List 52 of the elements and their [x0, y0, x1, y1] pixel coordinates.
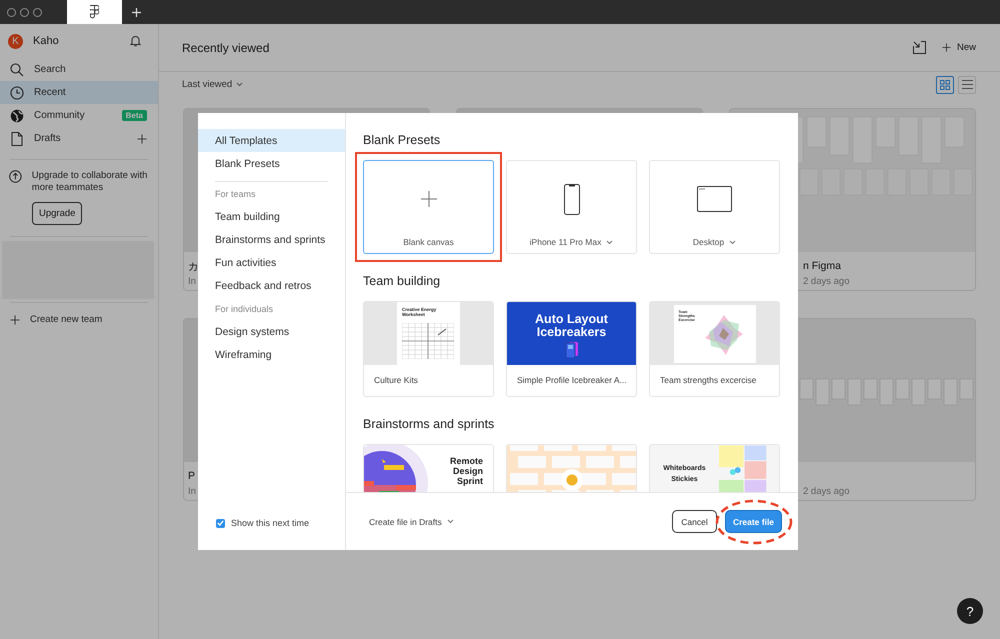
- template-card[interactable]: Remote Design Sprint: [363, 444, 494, 492]
- template-label: Simple Profile Icebreaker A...: [516, 374, 628, 385]
- preset-card[interactable]: Blank canvas: [363, 160, 494, 254]
- sidebar-item-label: Recent: [34, 87, 67, 98]
- category-heading: For individuals: [214, 302, 274, 316]
- preset-card[interactable]: Desktop: [649, 160, 780, 254]
- file-subtitle: 2 days ago: [803, 276, 850, 287]
- preset-label: Desktop: [692, 237, 724, 247]
- user-name: Kaho: [33, 35, 60, 47]
- new-button[interactable]: New: [942, 42, 976, 53]
- sort-dropdown[interactable]: Last viewed: [182, 79, 244, 90]
- sidebar-item[interactable]: Recent: [0, 81, 158, 104]
- location-dropdown[interactable]: Create file in Drafts: [369, 516, 454, 526]
- category-heading: For teams: [214, 188, 257, 200]
- category-item[interactable]: Brainstorms and sprints: [198, 228, 345, 251]
- beta-badge: Beta: [122, 110, 147, 121]
- file-subtitle: 2 days ago: [803, 486, 850, 497]
- upgrade-message: Upgrade to collaborate with more teammates: [32, 170, 148, 194]
- section-heading: Team building: [363, 274, 442, 288]
- section-heading: Brainstorms and sprints: [363, 417, 496, 431]
- sidebar-item-label: Search: [34, 64, 67, 75]
- category-item[interactable]: Feedback and retros: [198, 274, 345, 297]
- file-title: n Figma: [803, 260, 841, 273]
- file-subtitle: In: [188, 486, 196, 497]
- preset-label: iPhone 11 Pro Max: [530, 237, 602, 247]
- category-item[interactable]: Fun activities: [198, 251, 345, 274]
- upgrade-button[interactable]: Upgrade: [32, 202, 82, 225]
- file-title: P: [188, 470, 196, 483]
- category-item[interactable]: Wireframing: [198, 343, 345, 366]
- category-item[interactable]: Design systems: [198, 320, 345, 343]
- create-team-link[interactable]: Create new team: [30, 314, 102, 325]
- sidebar-item-label: Community: [34, 110, 86, 121]
- sprint-title: Remote Design Sprint: [448, 456, 484, 488]
- sidebar-item[interactable]: Community Beta: [0, 104, 158, 127]
- file-subtitle: In: [188, 276, 196, 287]
- page-title: Recently viewed: [182, 40, 270, 54]
- sidebar-item[interactable]: Drafts: [0, 127, 158, 150]
- preset-label: Blank canvas: [403, 237, 454, 247]
- section-heading: Blank Presets: [363, 133, 442, 147]
- category-item[interactable]: Blank Presets: [198, 152, 345, 175]
- sidebar-item[interactable]: Search: [0, 58, 158, 81]
- template-card[interactable]: Auto Layout Icebreakers Simple Profile Icebreaker A...: [506, 301, 637, 397]
- template-label: Culture Kits: [373, 374, 419, 385]
- help-button[interactable]: ?: [957, 598, 983, 624]
- category-item[interactable]: Team building: [198, 205, 345, 228]
- banner-title: Auto Layout Icebreakers: [534, 313, 609, 339]
- sidebar-item-label: Drafts: [34, 133, 62, 144]
- cancel-button[interactable]: Cancel: [672, 510, 717, 533]
- checkbox-label: Show this next time: [231, 518, 310, 528]
- category-item[interactable]: All Templates: [198, 129, 345, 152]
- file-title: カ: [188, 260, 199, 273]
- preset-card[interactable]: iPhone 11 Pro Max: [506, 160, 637, 254]
